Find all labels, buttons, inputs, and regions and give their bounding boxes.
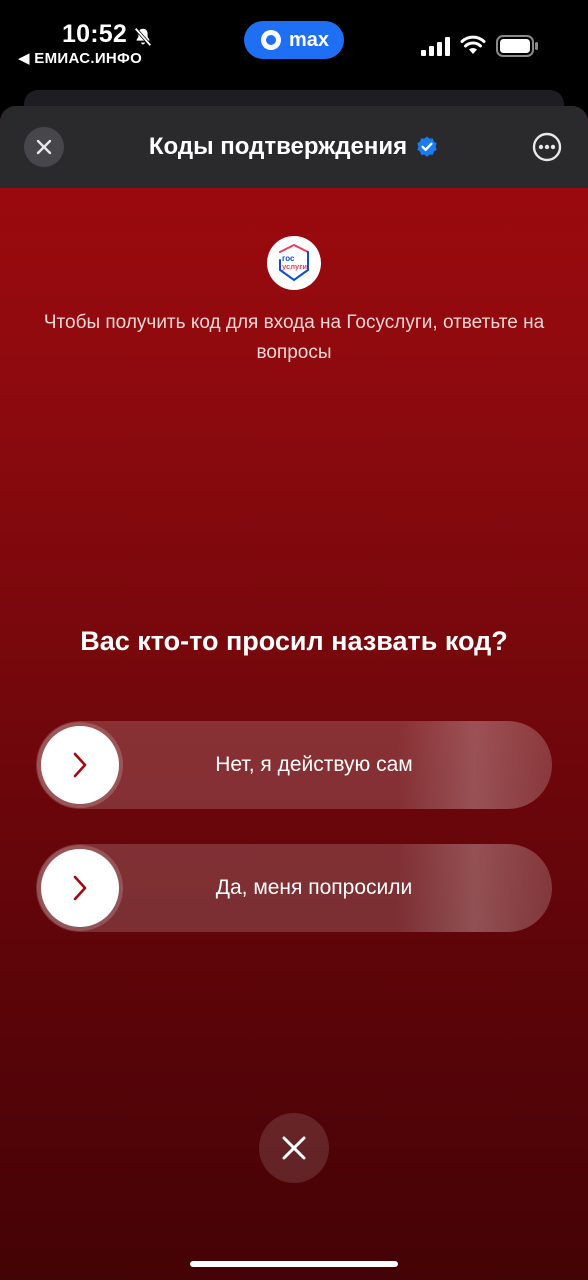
- choice-was-asked[interactable]: Да, меня попросили: [36, 844, 552, 932]
- max-app-pill[interactable]: max: [244, 21, 344, 59]
- choice-acting-myself[interactable]: Нет, я действую сам: [36, 721, 552, 809]
- verified-badge-icon: [417, 136, 437, 157]
- choice-label: Нет, я действую сам: [215, 753, 413, 776]
- dismiss-button[interactable]: [259, 1113, 329, 1183]
- close-button[interactable]: [24, 127, 64, 167]
- battery-icon: [496, 35, 538, 57]
- gosuslugi-logo-icon: гос услуги: [279, 243, 309, 282]
- confirmation-sheet: Коды подтверждения гос услуги Чтобы полу…: [0, 106, 588, 1280]
- more-button[interactable]: [527, 127, 567, 167]
- back-to-app-link[interactable]: ◀ ЕМИАС.ИНФО: [18, 49, 142, 67]
- choice-label: Да, меня попросили: [215, 876, 413, 899]
- gosuslugi-logo: гос услуги: [267, 236, 321, 290]
- max-pill-label: max: [288, 28, 330, 51]
- wifi-icon: [460, 35, 486, 54]
- question-heading: Вас кто-то просил назвать код?: [80, 626, 508, 656]
- svg-text:услуги: услуги: [282, 262, 307, 271]
- status-bar: 10:52 ◀ ЕМИАС.ИНФО max: [0, 0, 588, 90]
- close-icon: [36, 139, 52, 155]
- close-icon: [282, 1136, 306, 1160]
- signal-icon: [421, 37, 450, 56]
- max-logo-icon: [260, 30, 281, 50]
- sheet-header: Коды подтверждения: [0, 106, 588, 188]
- bell-off-icon: [134, 27, 152, 47]
- intro-text: Чтобы получить код для входа на Госуслуг…: [43, 312, 545, 363]
- status-time: 10:52: [62, 20, 127, 48]
- screen: 10:52 ◀ ЕМИАС.ИНФО max Коды подтверждени…: [0, 0, 588, 1280]
- page-title: Коды подтверждения: [148, 133, 408, 160]
- header-title-group: Коды подтверждения: [0, 106, 588, 188]
- home-indicator[interactable]: [190, 1261, 398, 1267]
- more-icon: [532, 132, 562, 162]
